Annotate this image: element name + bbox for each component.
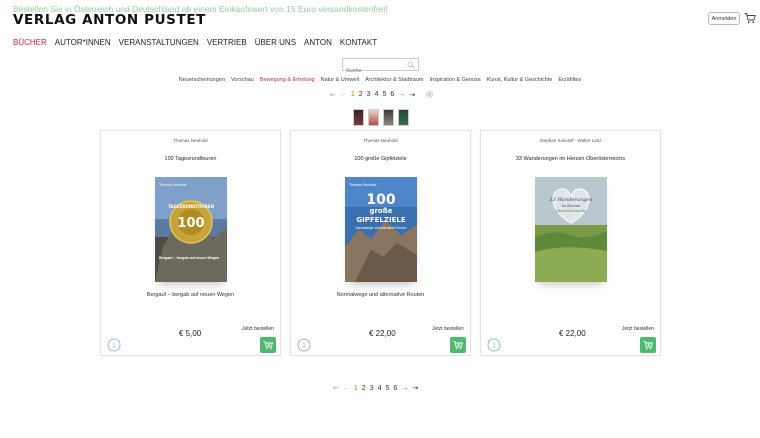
cart-plus-icon <box>453 341 463 350</box>
svg-text:i: i <box>493 341 496 350</box>
page-link[interactable]: 5 <box>386 385 390 392</box>
category-kunst-kultur-geschichte[interactable]: Kunst, Kultur & Geschichte <box>487 77 553 83</box>
order-label: Jetzt bestellen <box>432 326 464 332</box>
svg-text:i: i <box>113 341 116 350</box>
order-label: Jetzt bestellen <box>622 326 654 332</box>
page-link[interactable]: 2 <box>362 385 366 392</box>
product-subtitle: Normalwege und alternative Routen <box>336 292 425 298</box>
cover-thumbnail[interactable] <box>353 109 364 126</box>
pagination-top: ⇤ ← 1 2 3 4 5 6 → ⇥ <box>330 90 434 99</box>
product-author: Thomas Neuhold <box>363 138 398 143</box>
last-page-icon[interactable]: ⇥ <box>412 384 418 392</box>
nav-item-vertrieb[interactable]: VERTRIEB <box>207 38 247 47</box>
category-vorschau[interactable]: Vorschau <box>231 77 254 83</box>
page-link[interactable]: 6 <box>393 385 397 392</box>
product-title[interactable]: 100 große Gipfelziele <box>291 156 470 162</box>
cover-number: 100 <box>366 192 395 208</box>
product-card[interactable]: Thomas Neuhold 100 Tagesrundtouren 100 T… <box>100 130 281 356</box>
product-price: € 22,00 <box>369 329 396 338</box>
category-neuerscheinungen[interactable]: Neuerscheinungen <box>179 77 225 83</box>
first-page-icon[interactable]: ⇤ <box>330 91 336 99</box>
category-inspiration-genuss[interactable]: Inspiration & Genuss <box>430 77 481 83</box>
add-to-cart-button[interactable] <box>260 337 276 353</box>
cart-plus-icon <box>263 341 273 350</box>
category-architektur-stadtraum[interactable]: Architektur & Stadtraum <box>365 77 423 83</box>
product-card[interactable]: Thomas Neuhold 100 große Gipfelziele 100… <box>290 130 471 356</box>
product-title[interactable]: 100 Tagesrundtouren <box>101 156 280 162</box>
product-author: Thomas Neuhold <box>173 138 208 143</box>
add-to-cart-button[interactable] <box>640 337 656 353</box>
login-button[interactable]: Anmelden <box>708 12 740 25</box>
book-cover[interactable]: 100 TAGESRUNDTOUREN Thomas Neuhold Berga… <box>155 177 227 282</box>
cover-line: GIPFELZIELE <box>356 216 405 224</box>
cover-badge-number: 100 <box>177 216 204 231</box>
last-page-icon[interactable]: ⇥ <box>409 91 415 99</box>
page-link[interactable]: 4 <box>378 385 382 392</box>
info-icon[interactable]: i <box>297 338 311 352</box>
cover-author: Thomas Neuhold <box>159 183 186 187</box>
cover-thumbnail[interactable] <box>398 109 409 126</box>
first-page-icon[interactable]: ⇤ <box>333 384 339 392</box>
page-link[interactable]: 5 <box>383 91 387 98</box>
cover-artwork: 100 große GIPFELZIELE Thomas Neuhold Nor… <box>345 177 417 282</box>
cart-plus-icon <box>643 341 653 350</box>
nav-item-autorinnen[interactable]: AUTOR*INNEN <box>55 38 111 47</box>
nav-item-ueber-uns[interactable]: ÜBER UNS <box>255 38 296 47</box>
search-input[interactable] <box>343 65 405 77</box>
nav-item-buecher[interactable]: BÜCHER <box>13 38 47 47</box>
book-cover[interactable]: 100 große GIPFELZIELE Thomas Neuhold Nor… <box>345 177 417 282</box>
page-link[interactable]: 4 <box>375 91 379 98</box>
prev-page-icon[interactable]: ← <box>340 91 347 98</box>
product-title[interactable]: 33 Wanderungen im Herzen Oberösterreichs <box>481 156 660 162</box>
search-icon[interactable] <box>407 61 415 69</box>
product-subtitle: Bergauf – bergab auf neuen Wegen <box>146 292 235 298</box>
shopping-cart-icon[interactable] <box>744 12 756 24</box>
product-author: Stephan Sokoloff · Walter Lanz <box>539 138 602 143</box>
publisher-logo[interactable]: VERLAG ANTON PUSTET <box>13 12 206 28</box>
cover-heading: 33 Wanderungen <box>549 197 592 203</box>
main-navigation: BÜCHER AUTOR*INNEN VERANSTALTUNGEN VERTR… <box>13 38 377 47</box>
product-price: € 22,00 <box>559 329 586 338</box>
page-link[interactable]: 6 <box>390 91 394 98</box>
cover-subtitle: Normalwege und alternative Routen <box>356 226 407 230</box>
order-label: Jetzt bestellen <box>242 326 274 332</box>
next-page-icon[interactable]: → <box>401 385 408 392</box>
nav-item-kontakt[interactable]: KONTAKT <box>340 38 377 47</box>
product-price: € 5,00 <box>179 329 202 338</box>
page-link[interactable]: 1 <box>351 91 355 98</box>
cover-subtitle: Bergauf – bergab auf neuen Wegen <box>159 256 219 260</box>
cover-badge-text: TAGESRUNDTOUREN <box>168 204 214 209</box>
page-link[interactable]: 3 <box>370 385 374 392</box>
pagination-bottom: ⇤ ← 1 2 3 4 5 6 → ⇥ <box>333 384 418 393</box>
page-link[interactable]: 1 <box>354 385 358 392</box>
nav-item-anton[interactable]: ANTON <box>304 38 332 47</box>
book-cover[interactable]: 33 Wanderungen im Herzen Oberösterreichs <box>535 177 607 282</box>
info-icon[interactable]: i <box>487 338 501 352</box>
cover-artwork: 33 Wanderungen im Herzen Oberösterreichs <box>535 177 607 282</box>
category-navigation: Neuerscheinungen Vorschau Bewegung & Erh… <box>0 77 760 83</box>
cover-author: Thomas Neuhold <box>349 183 376 187</box>
page-link[interactable]: 2 <box>359 91 363 98</box>
category-erzaehltes[interactable]: Erzähltes <box>558 77 581 83</box>
cover-artwork: 100 TAGESRUNDTOUREN Thomas Neuhold Berga… <box>155 177 227 282</box>
product-card[interactable]: Stephan Sokoloff · Walter Lanz 33 Wander… <box>480 130 661 356</box>
nav-item-veranstaltungen[interactable]: VERANSTALTUNGEN <box>119 38 199 47</box>
add-to-cart-button[interactable] <box>450 337 466 353</box>
category-bewegung-erholung[interactable]: Bewegung & Erholung <box>260 77 315 83</box>
cover-line: Oberösterreichs <box>556 209 586 213</box>
search-box <box>342 58 419 77</box>
prev-page-icon[interactable]: ← <box>343 385 350 392</box>
info-icon[interactable]: i <box>107 338 121 352</box>
cover-thumbnail[interactable] <box>383 109 394 126</box>
svg-text:i: i <box>303 341 306 350</box>
cover-thumbnail-strip <box>353 109 409 126</box>
cover-line: im Herzen <box>561 204 581 208</box>
page-link[interactable]: 3 <box>367 91 371 98</box>
cover-line: große <box>369 207 392 215</box>
cover-thumbnail[interactable] <box>368 109 379 126</box>
next-page-icon[interactable]: → <box>398 91 405 98</box>
gear-icon[interactable] <box>425 90 434 99</box>
category-natur-umwelt[interactable]: Natur & Umwelt <box>321 77 360 83</box>
